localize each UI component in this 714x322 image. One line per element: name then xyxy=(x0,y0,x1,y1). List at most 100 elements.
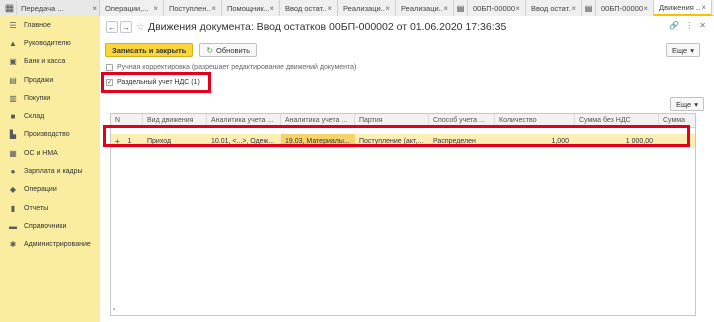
tab-label: Ввод остат... xyxy=(285,3,328,13)
sidebar-item-bank[interactable]: ▣ Банк и касса xyxy=(0,53,100,71)
highlight-box-row xyxy=(103,125,690,147)
pin-icon[interactable]: ▤ xyxy=(454,0,468,16)
factory-icon: ▙ xyxy=(9,130,17,140)
refresh-icon: ↻ xyxy=(206,45,214,55)
page-title: Движения документа: Ввод остатков 00БП-0… xyxy=(147,21,507,33)
save-close-button[interactable]: Записать и закрыть xyxy=(105,43,194,57)
sidebar-item-reports[interactable]: ▮ Отчеты xyxy=(0,199,100,217)
tab-label: Ввод остат... xyxy=(531,3,572,13)
sidebar-item-assets[interactable]: ▦ ОС и НМА xyxy=(0,144,100,162)
more-label: Еще xyxy=(675,99,692,109)
tab-2[interactable]: Поступлен... × xyxy=(164,0,222,16)
sidebar-item-admin[interactable]: ✱ Администрирование xyxy=(0,236,100,254)
toolbar: Записать и закрыть ↻ Обновить xyxy=(105,43,258,58)
sidebar-item-label: Банк и касса xyxy=(24,58,66,66)
star-icon[interactable]: ☆ xyxy=(136,22,145,33)
close-icon[interactable]: × xyxy=(643,4,650,13)
basket-icon: ▥ xyxy=(9,93,17,103)
tab-label: Операции,... xyxy=(105,3,149,13)
main-panel: ← → ☆ Движения документа: Ввод остатков … xyxy=(100,16,714,322)
sidebar-item-catalogs[interactable]: ▬ Справочники xyxy=(0,217,100,235)
sidebar-item-warehouse[interactable]: ■ Склад xyxy=(0,107,100,125)
operations-icon: ◆ xyxy=(9,185,17,195)
refresh-button[interactable]: ↻ Обновить xyxy=(199,43,258,57)
sidebar-item-label: Производство xyxy=(24,131,70,139)
tab-label: Движения ... xyxy=(659,2,702,12)
tab-5[interactable]: Реализаци... × xyxy=(338,0,396,16)
refresh-label: Обновить xyxy=(216,45,251,55)
sidebar-item-manager[interactable]: ▲ Руководителю xyxy=(0,34,100,52)
tab-3[interactable]: Помощник... × xyxy=(222,0,280,16)
sidebar-item-main[interactable]: ☰ Главное xyxy=(0,16,100,34)
close-icon[interactable]: × xyxy=(571,4,578,13)
link-icon[interactable]: 🔗 xyxy=(669,21,679,30)
resize-grip-icon[interactable]: ▪ xyxy=(113,307,115,313)
sidebar-item-purchases[interactable]: ▥ Покупки xyxy=(0,89,100,107)
highlight-box-tab xyxy=(101,72,211,93)
title-row: ← → ☆ Движения документа: Ввод остатков … xyxy=(106,19,506,35)
table-more-button[interactable]: Еще ▾ xyxy=(669,97,704,111)
sidebar-item-operations[interactable]: ◆ Операции xyxy=(0,181,100,199)
tab-7[interactable]: 00БП-000003 × xyxy=(468,0,526,16)
close-icon[interactable]: × xyxy=(327,4,334,13)
manual-correction-label: Ручная корректировка (разрешает редактир… xyxy=(117,64,357,71)
tab-list: Операции,... × Поступлен... × Помощник..… xyxy=(100,0,714,16)
sidebar-item-label: Зарплата и кадры xyxy=(24,168,83,176)
forward-button[interactable]: → xyxy=(120,21,132,33)
sidebar-item-label: Операции xyxy=(24,186,57,194)
more-menu-table: Еще ▾ xyxy=(669,97,704,111)
close-icon[interactable]: × xyxy=(701,3,708,12)
warehouse-icon: ■ xyxy=(10,112,16,122)
close-icon[interactable]: × xyxy=(515,4,522,13)
sidebar: ☰ Главное ▲ Руководителю ▣ Банк и касса ▤ Пр… xyxy=(0,16,100,322)
tab-4[interactable]: Ввод остат... × xyxy=(280,0,338,16)
tab-9[interactable]: 00БП-000002 × xyxy=(596,0,654,16)
close-icon[interactable]: × xyxy=(385,4,392,13)
sidebar-item-label: Продажи xyxy=(24,76,54,84)
tab-label: Поступлен... xyxy=(169,3,212,13)
tab-1[interactable]: Операции,... × xyxy=(100,0,164,16)
more-vertical-icon[interactable]: ⋮ xyxy=(685,21,693,30)
tab-label: 00БП-000003 xyxy=(473,3,516,13)
book-icon: ▬ xyxy=(9,221,17,231)
manual-correction-checkbox[interactable] xyxy=(106,64,113,71)
sidebar-item-sales[interactable]: ▤ Продажи xyxy=(0,71,100,89)
tab-8[interactable]: Ввод остат... × xyxy=(526,0,582,16)
sidebar-item-label: Главное xyxy=(24,21,51,29)
chart-icon: ▲ xyxy=(9,38,17,48)
close-icon[interactable]: × xyxy=(269,4,276,13)
sidebar-item-label: Администрирование xyxy=(24,241,91,249)
gear-icon: ✱ xyxy=(9,240,17,250)
close-icon[interactable]: × xyxy=(92,4,99,13)
arrow-left-icon: ← xyxy=(108,22,116,32)
assets-icon: ▦ xyxy=(9,148,17,158)
sidebar-item-label: ОС и НМА xyxy=(24,149,58,157)
sidebar-item-production[interactable]: ▙ Производство xyxy=(0,126,100,144)
chevron-down-icon: ▾ xyxy=(694,99,698,109)
tab-label: Реализаци... xyxy=(401,3,444,13)
tab-0[interactable]: Передача ... × xyxy=(17,0,99,16)
close-icon[interactable]: × xyxy=(153,4,160,13)
close-icon[interactable]: × xyxy=(211,4,218,13)
close-icon[interactable]: × xyxy=(443,4,450,13)
bank-icon: ▣ xyxy=(9,57,17,67)
menu-icon: ☰ xyxy=(9,20,17,30)
more-label: Еще xyxy=(671,45,688,55)
close-icon[interactable]: ✕ xyxy=(699,21,706,30)
sidebar-item-salary[interactable]: ● Зарплата и кадры xyxy=(0,162,100,180)
more-button[interactable]: Еще ▾ xyxy=(665,43,700,57)
arrow-right-icon: → xyxy=(122,22,130,32)
menu-icon[interactable]: ▦ xyxy=(3,1,17,15)
tab-label: Передача ... xyxy=(21,3,64,13)
back-button[interactable]: ← xyxy=(106,21,118,33)
tab-label: Реализаци... xyxy=(343,3,386,13)
chevron-down-icon: ▾ xyxy=(690,45,694,55)
tab-10[interactable]: Движения ... × xyxy=(654,0,712,16)
tab-bar: ▦ Передача ... × Операции,... × Поступле… xyxy=(0,0,714,16)
pin-icon[interactable]: ▤ xyxy=(582,0,596,16)
sidebar-item-label: Руководителю xyxy=(24,39,71,47)
people-icon: ● xyxy=(10,167,16,177)
tab-6[interactable]: Реализаци... × xyxy=(396,0,454,16)
tab-label: 00БП-000002 xyxy=(601,3,644,13)
window-actions: 🔗 ⋮ ✕ xyxy=(669,21,706,30)
